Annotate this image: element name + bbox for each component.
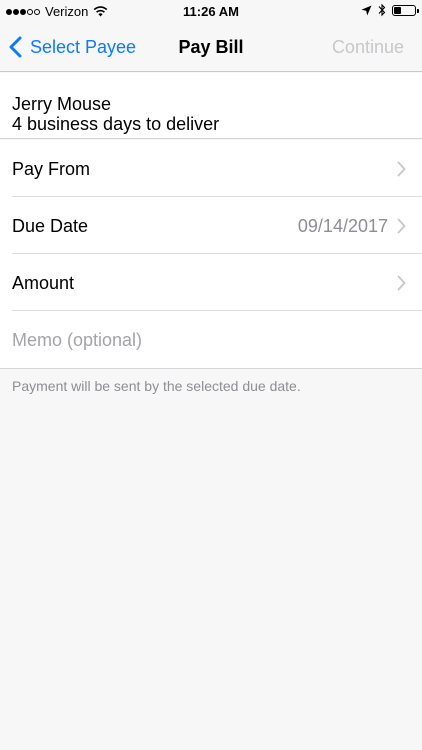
chevron-right-icon (397, 218, 406, 234)
location-arrow-icon (361, 5, 372, 15)
pay-from-label: Pay From (12, 159, 91, 179)
navigation-bar: Select Payee Pay Bill Continue (0, 24, 422, 72)
memo-placeholder: Memo (optional) (12, 330, 143, 350)
memo-field[interactable]: Memo (optional) (0, 311, 422, 368)
chevron-right-icon (397, 161, 406, 177)
bluetooth-icon (378, 3, 386, 17)
due-date-label: Due Date (12, 216, 89, 236)
footer-note: Payment will be sent by the selected due… (12, 378, 301, 394)
chevron-right-icon (397, 275, 406, 291)
status-right (355, 3, 419, 17)
continue-button[interactable]: Continue (332, 37, 404, 58)
amount-label: Amount (12, 273, 75, 293)
amount-row[interactable]: Amount (0, 254, 422, 311)
payee-delivery-time: 4 business days to deliver (12, 114, 220, 134)
payee-name: Jerry Mouse (12, 94, 112, 114)
pay-from-row[interactable]: Pay From (0, 140, 422, 197)
due-date-value: 09/14/2017 (297, 216, 388, 236)
payee-section: Jerry Mouse 4 business days to deliver (0, 73, 422, 139)
section-bottom-divider (0, 368, 422, 369)
status-bar: Verizon 11:26 AM (0, 0, 422, 24)
due-date-row[interactable]: Due Date 09/14/2017 (0, 197, 422, 254)
battery-tip (417, 8, 419, 13)
battery-level (394, 6, 401, 14)
battery-icon (392, 4, 419, 16)
